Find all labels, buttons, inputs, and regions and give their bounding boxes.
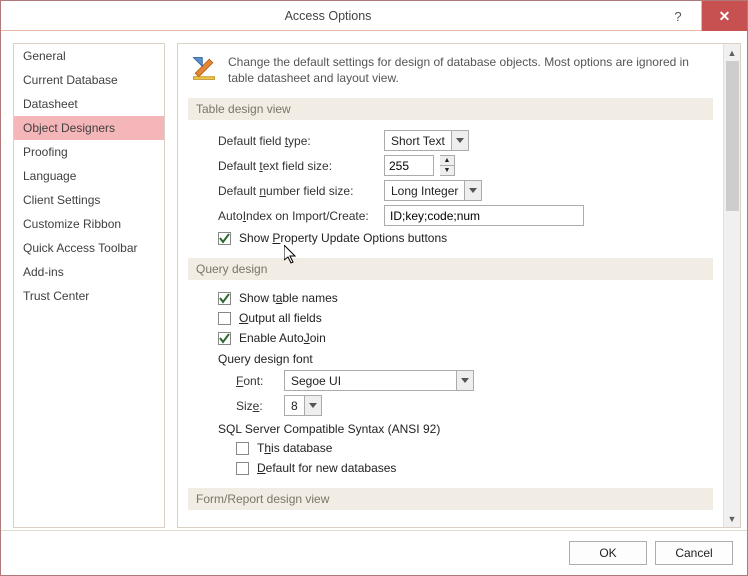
- dialog-footer: OK Cancel: [1, 530, 747, 575]
- intro-block: Change the default settings for design o…: [188, 50, 713, 96]
- close-button[interactable]: ✕: [701, 1, 747, 31]
- chevron-down-icon: [451, 131, 468, 150]
- chevron-down-icon: [464, 181, 481, 200]
- category-sidebar: General Current Database Datasheet Objec…: [13, 43, 165, 528]
- default-field-type-select[interactable]: Short Text: [384, 130, 469, 151]
- vertical-scrollbar[interactable]: ▲ ▼: [723, 44, 740, 527]
- default-text-field-size-input[interactable]: [384, 155, 434, 176]
- show-property-update-label: Show Property Update Options buttons: [239, 231, 447, 245]
- sidebar-item-client-settings[interactable]: Client Settings: [14, 188, 164, 212]
- default-number-field-size-label: Default number field size:: [218, 184, 378, 198]
- intro-text: Change the default settings for design o…: [228, 54, 711, 86]
- chevron-down-icon: [456, 371, 473, 390]
- cancel-button[interactable]: Cancel: [655, 541, 733, 565]
- scroll-down-arrow[interactable]: ▼: [724, 510, 740, 527]
- font-label: Font:: [236, 374, 278, 388]
- sidebar-item-general[interactable]: General: [14, 44, 164, 68]
- show-table-names-label: Show table names: [239, 291, 338, 305]
- scroll-thumb[interactable]: [726, 61, 739, 211]
- autoindex-input[interactable]: [384, 205, 584, 226]
- sidebar-item-current-database[interactable]: Current Database: [14, 68, 164, 92]
- sidebar-item-add-ins[interactable]: Add-ins: [14, 260, 164, 284]
- sidebar-item-language[interactable]: Language: [14, 164, 164, 188]
- chevron-down-icon: [304, 396, 321, 415]
- query-design-font-heading: Query design font: [188, 348, 713, 368]
- scroll-up-arrow[interactable]: ▲: [724, 44, 740, 61]
- default-text-field-size-label: Default text field size:: [218, 159, 378, 173]
- sql-server-heading: SQL Server Compatible Syntax (ANSI 92): [188, 418, 713, 438]
- output-all-fields-checkbox[interactable]: [218, 312, 231, 325]
- this-database-checkbox[interactable]: [236, 442, 249, 455]
- help-button[interactable]: ?: [655, 1, 701, 31]
- this-database-label: This database: [257, 441, 332, 455]
- default-new-databases-label: Default for new databases: [257, 461, 396, 475]
- sidebar-item-customize-ribbon[interactable]: Customize Ribbon: [14, 212, 164, 236]
- window-controls: ? ✕: [655, 1, 747, 30]
- output-all-fields-label: Output all fields: [239, 311, 322, 325]
- show-table-names-checkbox[interactable]: [218, 292, 231, 305]
- sidebar-item-datasheet[interactable]: Datasheet: [14, 92, 164, 116]
- sidebar-item-trust-center[interactable]: Trust Center: [14, 284, 164, 308]
- default-number-field-size-select[interactable]: Long Integer: [384, 180, 482, 201]
- autoindex-label: AutoIndex on Import/Create:: [218, 209, 378, 223]
- design-tools-icon: [190, 54, 218, 86]
- size-select[interactable]: 8: [284, 395, 322, 416]
- enable-autojoin-checkbox[interactable]: [218, 332, 231, 345]
- sidebar-item-quick-access-toolbar[interactable]: Quick Access Toolbar: [14, 236, 164, 260]
- window-title: Access Options: [1, 9, 655, 23]
- default-field-type-label: Default field type:: [218, 134, 378, 148]
- section-table-design: Table design view: [188, 98, 713, 120]
- titlebar: Access Options ? ✕: [1, 1, 747, 31]
- access-options-window: Access Options ? ✕ General Current Datab…: [0, 0, 748, 576]
- text-field-size-spinner[interactable]: ▲▼: [440, 155, 455, 176]
- ok-button[interactable]: OK: [569, 541, 647, 565]
- size-label: Size:: [236, 399, 278, 413]
- enable-autojoin-label: Enable AutoJoin: [239, 331, 326, 345]
- section-query-design: Query design: [188, 258, 713, 280]
- sidebar-item-object-designers[interactable]: Object Designers: [14, 116, 164, 140]
- content-panel: Change the default settings for design o…: [177, 43, 741, 528]
- section-form-report: Form/Report design view: [188, 488, 713, 510]
- show-property-update-checkbox[interactable]: [218, 232, 231, 245]
- font-select[interactable]: Segoe UI: [284, 370, 474, 391]
- default-new-databases-checkbox[interactable]: [236, 462, 249, 475]
- sidebar-item-proofing[interactable]: Proofing: [14, 140, 164, 164]
